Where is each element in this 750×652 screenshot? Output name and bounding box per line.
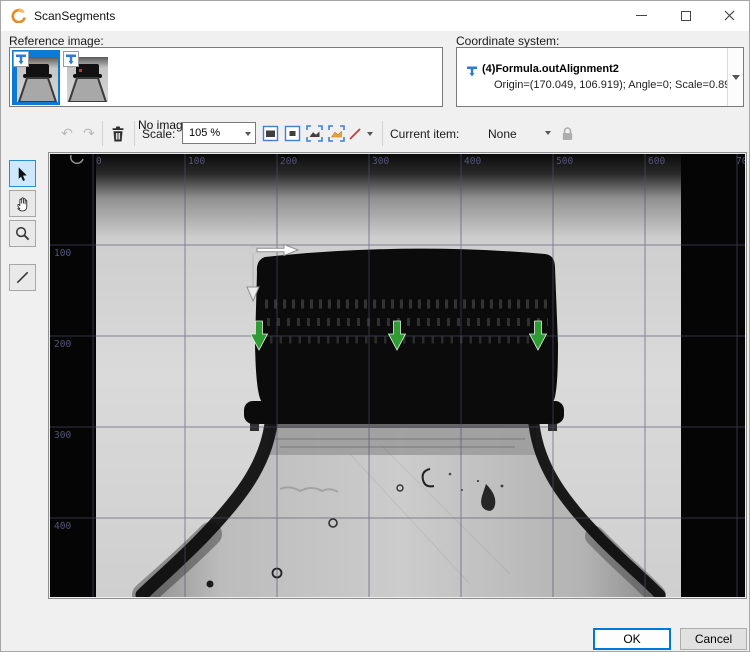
chevron-down-icon [545,131,551,135]
maximize-button[interactable] [664,1,708,30]
svg-text:200: 200 [54,339,71,350]
image-canvas[interactable]: 0 100 200 300 400 500 600 700 100 200 30… [48,152,747,599]
window-title: ScanSegments [34,9,115,23]
magnifier-icon [14,225,31,242]
bottle-preview-image: 0 100 200 300 400 500 600 700 100 200 30… [50,154,745,597]
zoom-original-button[interactable] [281,122,303,145]
chevron-down-icon [367,132,373,136]
hand-icon [14,195,31,212]
minimize-icon [636,15,647,16]
line-tool-button[interactable] [9,264,36,291]
reference-image-list: No image [9,47,443,107]
undo-icon: ↶ [61,126,73,142]
zoom-fit-image-button[interactable] [259,122,281,145]
redo-icon: ↷ [83,126,95,142]
current-item-dropdown[interactable]: None [471,122,559,144]
alignment-icon [64,52,78,66]
close-button[interactable] [707,1,750,30]
scale-value: 105 % [189,127,220,139]
reference-thumbnail-2[interactable] [62,50,110,105]
line-color-dropdown[interactable] [363,122,377,145]
scale-label: Scale: [142,127,175,141]
cursor-arrow-icon [14,165,31,182]
close-icon [724,10,735,21]
redo-button[interactable]: ↷ [78,122,100,145]
zoom-fit-region-button[interactable] [303,122,325,145]
scan-segments-dialog: ScanSegments Reference image: [0,0,750,652]
cancel-button-label: Cancel [695,632,732,646]
alignment-icon [465,64,479,78]
coordinate-system-combobox[interactable]: (4)Formula.outAlignment2 Origin=(170.049… [456,47,744,107]
alignment-icon [14,52,28,66]
ok-button-label: OK [623,632,640,646]
trash-icon [111,126,125,142]
coordinate-system-badge [63,51,79,67]
svg-text:200: 200 [280,156,297,167]
current-item-label: Current item: [390,127,459,141]
svg-text:500: 500 [556,156,573,167]
select-tool-button[interactable] [9,160,36,187]
chevron-down-icon [732,75,740,80]
chevron-down-icon [245,132,251,136]
scale-combobox[interactable]: 105 % [182,122,256,144]
right-black-bar [681,154,745,597]
zoom-fit-selection-button[interactable] [325,122,347,145]
svg-text:100: 100 [188,156,205,167]
reference-thumbnail-1[interactable] [12,50,60,105]
reference-image-label: Reference image: [9,34,104,48]
coordinate-dropdown-button[interactable] [727,48,743,106]
svg-text:300: 300 [54,430,71,441]
minimize-button[interactable] [619,1,663,30]
zoom-original-icon [283,124,302,143]
coordinate-system-label: Coordinate system: [456,34,559,48]
svg-text:0: 0 [96,156,102,167]
zoom-fit-region-icon [305,124,324,143]
lock-icon [561,126,574,141]
app-icon [11,8,26,23]
zoom-tool-button[interactable] [9,220,36,247]
zoom-fit-selection-icon [327,124,346,143]
coordinate-name: (4)Formula.outAlignment2 [482,63,619,75]
svg-text:600: 600 [648,156,665,167]
svg-text:400: 400 [54,521,71,532]
toolbar-separator [102,121,103,146]
line-color-button[interactable] [346,122,363,145]
svg-text:700: 700 [736,156,745,167]
maximize-icon [681,11,691,21]
svg-text:300: 300 [372,156,389,167]
svg-text:100: 100 [54,248,71,259]
toolbar-separator [134,121,135,146]
pan-tool-button[interactable] [9,190,36,217]
coordinate-system-badge [13,51,29,67]
zoom-fit-image-icon [261,124,280,143]
lock-button[interactable] [556,122,578,145]
svg-text:400: 400 [464,156,481,167]
line-icon [14,269,31,286]
ok-button[interactable]: OK [593,628,671,650]
delete-button[interactable] [107,122,129,145]
current-item-value: None [488,127,517,141]
coordinate-details: Origin=(170.049, 106.919); Angle=0; Scal… [494,79,737,91]
diagonal-line-icon [347,126,363,142]
cancel-button[interactable]: Cancel [680,628,747,650]
title-bar: ScanSegments [1,1,749,31]
toolbar-separator [382,121,383,146]
undo-button[interactable]: ↶ [56,122,78,145]
